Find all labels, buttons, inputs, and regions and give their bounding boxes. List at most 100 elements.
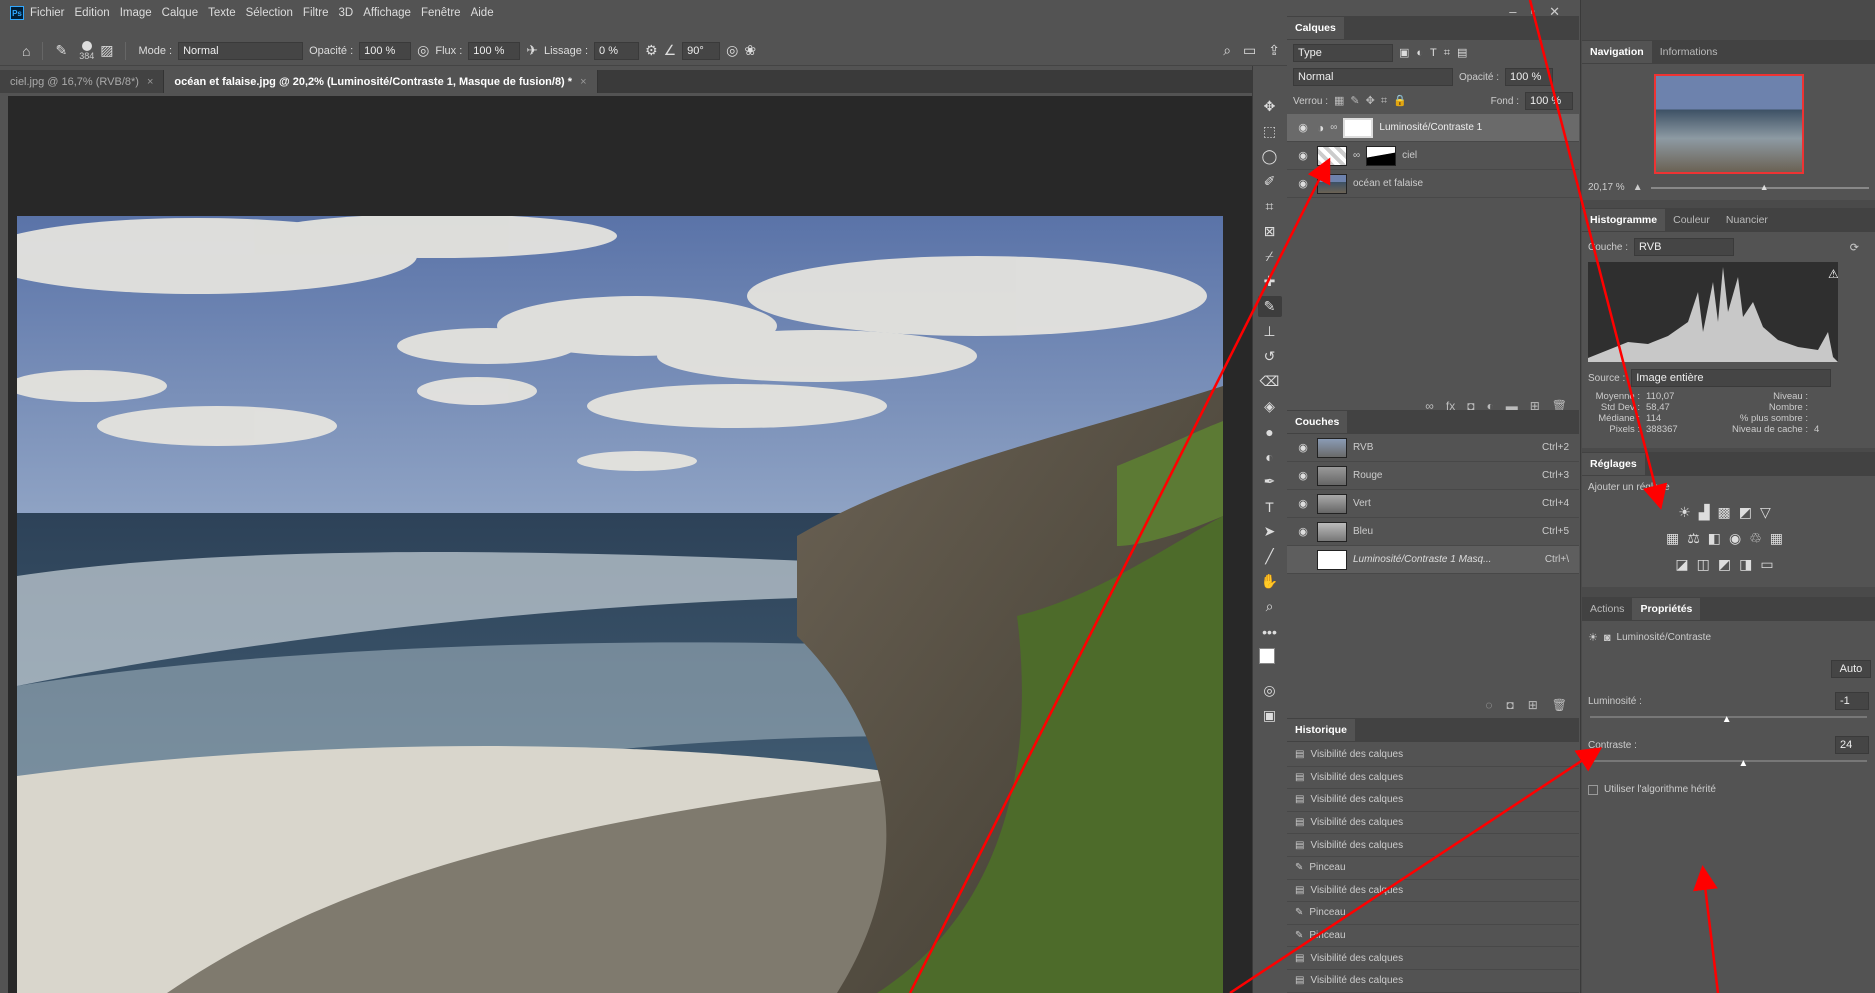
tab-nuancier[interactable]: Nuancier — [1718, 209, 1776, 231]
layer-row-ocean-falaise[interactable]: ◉ océan et falaise — [1287, 170, 1579, 198]
history-item[interactable]: ▤ Visibilité des calques — [1287, 767, 1579, 790]
crop-tool-icon[interactable]: ⌗ — [1258, 196, 1282, 217]
layer-opacity-field[interactable]: 100 % — [1505, 68, 1554, 86]
delete-channel-icon[interactable]: 🗑 — [1552, 698, 1567, 712]
zoom-out-icon[interactable]: ▲ — [1633, 182, 1643, 193]
channel-mixer-icon[interactable]: ♲ — [1749, 530, 1770, 546]
invert-icon[interactable]: ◪ — [1675, 556, 1696, 572]
frame-tool-icon[interactable]: ⊠ — [1258, 221, 1282, 242]
menu-fenetre[interactable]: Fenêtre — [421, 7, 461, 19]
history-item[interactable]: ▤ Visibilité des calques — [1287, 947, 1579, 970]
eye-icon[interactable]: ◉ — [1295, 441, 1311, 454]
warning-icon[interactable]: ⚠ — [1828, 267, 1839, 281]
save-selection-icon[interactable]: ◘ — [1506, 698, 1513, 712]
hand-tool-icon[interactable]: ✋ — [1258, 571, 1282, 592]
tab-histogramme[interactable]: Histogramme — [1582, 209, 1666, 231]
eye-icon[interactable]: ◉ — [1295, 469, 1311, 482]
tab-historique[interactable]: Historique — [1287, 719, 1355, 741]
search-icon[interactable]: ⌕ — [1223, 42, 1231, 59]
channel-row-rouge[interactable]: ◉ Rouge Ctrl+3 — [1287, 462, 1579, 490]
exposure-icon[interactable]: ◩ — [1739, 504, 1760, 520]
quick-selection-tool-icon[interactable]: ✐ — [1258, 171, 1282, 192]
mode-select[interactable]: Normal — [178, 41, 304, 60]
tab-proprietes[interactable]: Propriétés — [1632, 598, 1701, 620]
channel-select[interactable]: RVB — [1634, 238, 1735, 256]
brush-size-picker[interactable]: 384 — [79, 40, 94, 61]
layer-mask-thumbnail[interactable] — [1366, 145, 1397, 166]
opacity-field[interactable]: 100 % — [359, 41, 412, 60]
menu-edition[interactable]: Edition — [75, 7, 110, 19]
blend-mode-select[interactable]: Normal — [1293, 68, 1453, 86]
layer-filter-icons[interactable]: ▣◐T⌗▤ — [1399, 46, 1474, 60]
tab-informations[interactable]: Informations — [1652, 41, 1726, 63]
blur-tool-icon[interactable]: ● — [1258, 421, 1282, 442]
move-tool-icon[interactable]: ✥ — [1258, 96, 1282, 117]
tab-calques[interactable]: Calques — [1287, 17, 1344, 39]
refresh-icon[interactable]: ⟳ — [1850, 241, 1859, 254]
history-item[interactable]: ▤ Visibilité des calques — [1287, 812, 1579, 835]
menu-fichier[interactable]: Fichier — [30, 7, 65, 19]
photo-filter-icon[interactable]: ◉ — [1729, 530, 1749, 546]
foreground-color-swatch[interactable] — [1258, 648, 1275, 664]
eyedropper-tool-icon[interactable]: ⌿ — [1258, 246, 1282, 267]
clone-stamp-tool-icon[interactable]: ⊥ — [1258, 321, 1282, 342]
brush-tool-icon[interactable]: ✎ — [1257, 296, 1282, 317]
contrast-slider[interactable]: ▲ — [1590, 758, 1867, 769]
zoom-tool-icon[interactable]: ⌕ — [1258, 596, 1282, 617]
settings-gear-icon[interactable]: ⚙ — [645, 42, 658, 59]
eye-icon[interactable]: ◉ — [1295, 121, 1311, 134]
hue-saturation-icon[interactable]: ▦ — [1666, 530, 1687, 546]
mask-icon[interactable]: ◙ — [1604, 632, 1611, 644]
menu-3d[interactable]: 3D — [338, 7, 353, 19]
link-icon[interactable]: ∞ — [1353, 150, 1360, 161]
history-item[interactable]: ✎ Pinceau — [1287, 902, 1579, 925]
color-lookup-icon[interactable]: ▦ — [1770, 530, 1791, 546]
tab-couleur[interactable]: Couleur — [1665, 209, 1718, 231]
tab-actions[interactable]: Actions — [1582, 598, 1632, 620]
home-icon[interactable]: ⌂ — [22, 43, 30, 59]
share-icon[interactable]: ⇪ — [1268, 42, 1280, 59]
curves-icon[interactable]: ▩ — [1718, 504, 1739, 520]
smoothing-field[interactable]: 0 % — [594, 41, 640, 60]
channel-row-vert[interactable]: ◉ Vert Ctrl+4 — [1287, 490, 1579, 518]
new-channel-icon[interactable]: ⊞ — [1528, 698, 1538, 712]
history-item[interactable]: ▤ Visibilité des calques — [1287, 789, 1579, 812]
lasso-tool-icon[interactable]: ◯ — [1258, 146, 1282, 167]
type-tool-icon[interactable]: T — [1258, 496, 1282, 517]
history-brush-tool-icon[interactable]: ↺ — [1258, 346, 1282, 367]
legacy-checkbox[interactable] — [1588, 784, 1598, 795]
brightness-slider-handle[interactable]: ▲ — [1722, 714, 1732, 725]
path-selection-tool-icon[interactable]: ➤ — [1258, 521, 1282, 542]
pen-tool-icon[interactable]: ✒ — [1258, 471, 1282, 492]
document-image[interactable] — [17, 216, 1223, 993]
history-item[interactable]: ▤ Visibilité des calques — [1287, 744, 1579, 767]
selective-color-icon[interactable]: ◨ — [1739, 556, 1760, 572]
tab-ciel[interactable]: ciel.jpg @ 16,7% (RVB/8*) × — [0, 70, 165, 93]
tab-reglages[interactable]: Réglages — [1582, 453, 1645, 475]
zoom-slider-handle[interactable]: ▲ — [1760, 182, 1769, 192]
brush-panel-icon[interactable]: ▨ — [100, 42, 113, 59]
brightness-field[interactable]: -1 — [1835, 692, 1869, 710]
eye-icon[interactable]: ◉ — [1295, 525, 1311, 538]
layer-mask-thumbnail[interactable] — [1343, 117, 1374, 138]
vibrance-icon[interactable]: ▽ — [1760, 504, 1779, 520]
load-selection-icon[interactable]: ◌ — [1485, 698, 1492, 712]
brightness-icon[interactable]: ☀ — [1678, 504, 1699, 520]
workspace-icon[interactable]: ▭ — [1243, 42, 1256, 59]
posterize-icon[interactable]: ◫ — [1697, 556, 1718, 572]
channel-row-bleu[interactable]: ◉ Bleu Ctrl+5 — [1287, 518, 1579, 546]
tab-close-icon[interactable]: × — [147, 76, 153, 88]
layer-row-brightness-contrast[interactable]: ◉ ◑ ∞ Luminosité/Contraste 1 — [1287, 114, 1579, 142]
more-tools-icon[interactable]: ••• — [1258, 621, 1282, 642]
fill-field[interactable]: 100 % — [1525, 92, 1573, 110]
threshold-icon[interactable]: ◩ — [1718, 556, 1739, 572]
layer-row-ciel[interactable]: ◉ ∞ ciel — [1287, 142, 1579, 170]
paint-bucket-tool-icon[interactable]: ◈ — [1258, 396, 1282, 417]
history-item[interactable]: ✎ Pinceau — [1287, 925, 1579, 948]
navigator-thumbnail[interactable] — [1653, 74, 1804, 174]
tab-couches[interactable]: Couches — [1287, 411, 1348, 433]
symmetry-butterfly-icon[interactable]: ❀ — [744, 42, 756, 59]
black-white-icon[interactable]: ◧ — [1708, 530, 1729, 546]
quick-mask-icon[interactable]: ◎ — [1258, 680, 1282, 701]
tab-navigation[interactable]: Navigation — [1582, 41, 1652, 63]
